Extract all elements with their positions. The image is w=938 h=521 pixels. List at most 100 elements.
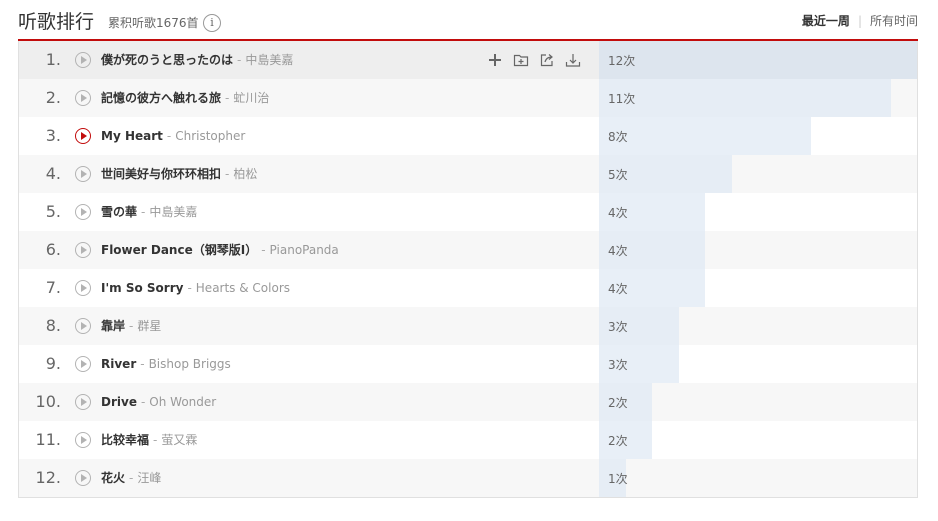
play-count: 4次 — [608, 244, 628, 258]
tab-last-week[interactable]: 最近一周 — [802, 14, 850, 28]
artist-link[interactable]: 中島美嘉 — [245, 53, 293, 67]
play-count: 2次 — [608, 396, 628, 410]
play-icon[interactable] — [75, 242, 91, 258]
rank-number: 12. — [35, 468, 61, 487]
song-info: I'm So Sorry - Hearts & Colors — [101, 280, 290, 296]
song-title-link[interactable]: Flower Dance（钢琴版I） — [101, 243, 257, 257]
play-count: 1次 — [608, 472, 628, 486]
artist-link[interactable]: Oh Wonder — [149, 395, 216, 409]
artist-link[interactable]: 中島美嘉 — [149, 205, 197, 219]
artist-link[interactable]: Christopher — [175, 129, 245, 143]
song-row[interactable]: 11. 比较幸福 - 萤又霖 2次 — [19, 421, 917, 459]
play-count: 4次 — [608, 282, 628, 296]
song-row[interactable]: 5. 雪の華 - 中島美嘉 4次 — [19, 193, 917, 231]
play-icon[interactable] — [75, 432, 91, 448]
song-row[interactable]: 8. 靠岸 - 群星 3次 — [19, 307, 917, 345]
artist-separator: - — [225, 167, 230, 181]
song-title-link[interactable]: 比较幸福 — [101, 433, 149, 447]
download-icon[interactable] — [565, 52, 581, 68]
song-title-link[interactable]: 花火 — [101, 471, 125, 485]
rank-number: 9. — [45, 354, 61, 373]
artist-link[interactable]: PianoPanda — [270, 243, 339, 257]
tab-all-time[interactable]: 所有时间 — [870, 14, 918, 28]
song-title-link[interactable]: 靠岸 — [101, 319, 125, 333]
play-count-bar — [599, 117, 811, 155]
rank-number: 3. — [45, 126, 61, 145]
play-count: 3次 — [608, 358, 628, 372]
rank-number: 10. — [35, 392, 61, 411]
play-count: 3次 — [608, 320, 628, 334]
artist-separator: - — [187, 281, 192, 295]
play-icon[interactable] — [75, 356, 91, 372]
rank-number: 5. — [45, 202, 61, 221]
rank-number: 7. — [45, 278, 61, 297]
artist-link[interactable]: 萤又霖 — [161, 433, 197, 447]
song-info: Flower Dance（钢琴版I） - PianoPanda — [101, 242, 339, 258]
play-icon[interactable] — [75, 318, 91, 334]
play-icon[interactable] — [75, 394, 91, 410]
play-icon[interactable] — [75, 128, 91, 144]
song-title-link[interactable]: 世间美好与你环环相扣 — [101, 167, 221, 181]
artist-separator: - — [141, 205, 146, 219]
song-rank-list: 1. 僕が死のうと思ったのは - 中島美嘉 12次 2. 記憶の彼方へ触れる旅 - 虻川治 11次… — [18, 41, 918, 498]
song-info: 靠岸 - 群星 — [101, 318, 161, 334]
play-icon[interactable] — [75, 470, 91, 486]
play-icon[interactable] — [75, 52, 91, 68]
song-info: 記憶の彼方へ触れる旅 - 虻川治 — [101, 90, 269, 106]
song-title-link[interactable]: Drive — [101, 395, 137, 409]
song-title-link[interactable]: I'm So Sorry — [101, 281, 183, 295]
rank-number: 6. — [45, 240, 61, 259]
song-info: River - Bishop Briggs — [101, 356, 231, 372]
play-icon[interactable] — [75, 90, 91, 106]
song-title-link[interactable]: My Heart — [101, 129, 163, 143]
play-count: 2次 — [608, 434, 628, 448]
song-info: Drive - Oh Wonder — [101, 394, 216, 410]
play-count: 11次 — [608, 92, 636, 106]
artist-link[interactable]: Hearts & Colors — [196, 281, 290, 295]
song-title-link[interactable]: River — [101, 357, 136, 371]
artist-link[interactable]: 虻川治 — [233, 91, 269, 105]
play-count-bar — [599, 79, 891, 117]
song-row[interactable]: 4. 世间美好与你环环相扣 - 柏松 5次 — [19, 155, 917, 193]
song-row[interactable]: 9. River - Bishop Briggs 3次 — [19, 345, 917, 383]
rank-number: 8. — [45, 316, 61, 335]
song-info: 雪の華 - 中島美嘉 — [101, 204, 197, 220]
play-icon[interactable] — [75, 204, 91, 220]
song-row[interactable]: 2. 記憶の彼方へ触れる旅 - 虻川治 11次 — [19, 79, 917, 117]
artist-separator: - — [261, 243, 266, 257]
song-row[interactable]: 7. I'm So Sorry - Hearts & Colors 4次 — [19, 269, 917, 307]
artist-link[interactable]: 群星 — [137, 319, 161, 333]
play-icon[interactable] — [75, 166, 91, 182]
page-title: 听歌排行 — [18, 11, 95, 33]
period-separator: | — [857, 14, 862, 28]
play-count-bar — [599, 41, 917, 79]
rank-header: 听歌排行 累积听歌1676首 i 最近一周 | 所有时间 — [18, 8, 918, 38]
rank-number: 11. — [35, 430, 61, 449]
period-switch: 最近一周 | 所有时间 — [802, 13, 918, 29]
rank-number: 4. — [45, 164, 61, 183]
add-to-playlist-icon[interactable] — [513, 52, 529, 68]
song-title-link[interactable]: 僕が死のうと思ったのは — [101, 53, 233, 67]
song-info: My Heart - Christopher — [101, 128, 245, 144]
artist-link[interactable]: 汪峰 — [137, 471, 161, 485]
artist-separator: - — [140, 395, 146, 409]
song-row[interactable]: 1. 僕が死のうと思ったのは - 中島美嘉 12次 — [19, 41, 917, 79]
artist-link[interactable]: Bishop Briggs — [149, 357, 231, 371]
play-count: 8次 — [608, 130, 628, 144]
song-info: 比较幸福 - 萤又霖 — [101, 432, 197, 448]
song-row[interactable]: 3. My Heart - Christopher 8次 — [19, 117, 917, 155]
play-count: 12次 — [608, 54, 636, 68]
song-title-link[interactable]: 雪の華 — [101, 205, 137, 219]
artist-separator: - — [129, 471, 134, 485]
song-title-link[interactable]: 記憶の彼方へ触れる旅 — [101, 91, 221, 105]
artist-link[interactable]: 柏松 — [233, 167, 257, 181]
song-row[interactable]: 10. Drive - Oh Wonder 2次 — [19, 383, 917, 421]
info-icon[interactable]: i — [203, 14, 221, 32]
song-row[interactable]: 12. 花火 - 汪峰 1次 — [19, 459, 917, 497]
song-info: 花火 - 汪峰 — [101, 470, 161, 486]
play-count: 4次 — [608, 206, 628, 220]
add-icon[interactable] — [487, 52, 503, 68]
play-icon[interactable] — [75, 280, 91, 296]
share-icon[interactable] — [539, 52, 555, 68]
song-row[interactable]: 6. Flower Dance（钢琴版I） - PianoPanda 4次 — [19, 231, 917, 269]
